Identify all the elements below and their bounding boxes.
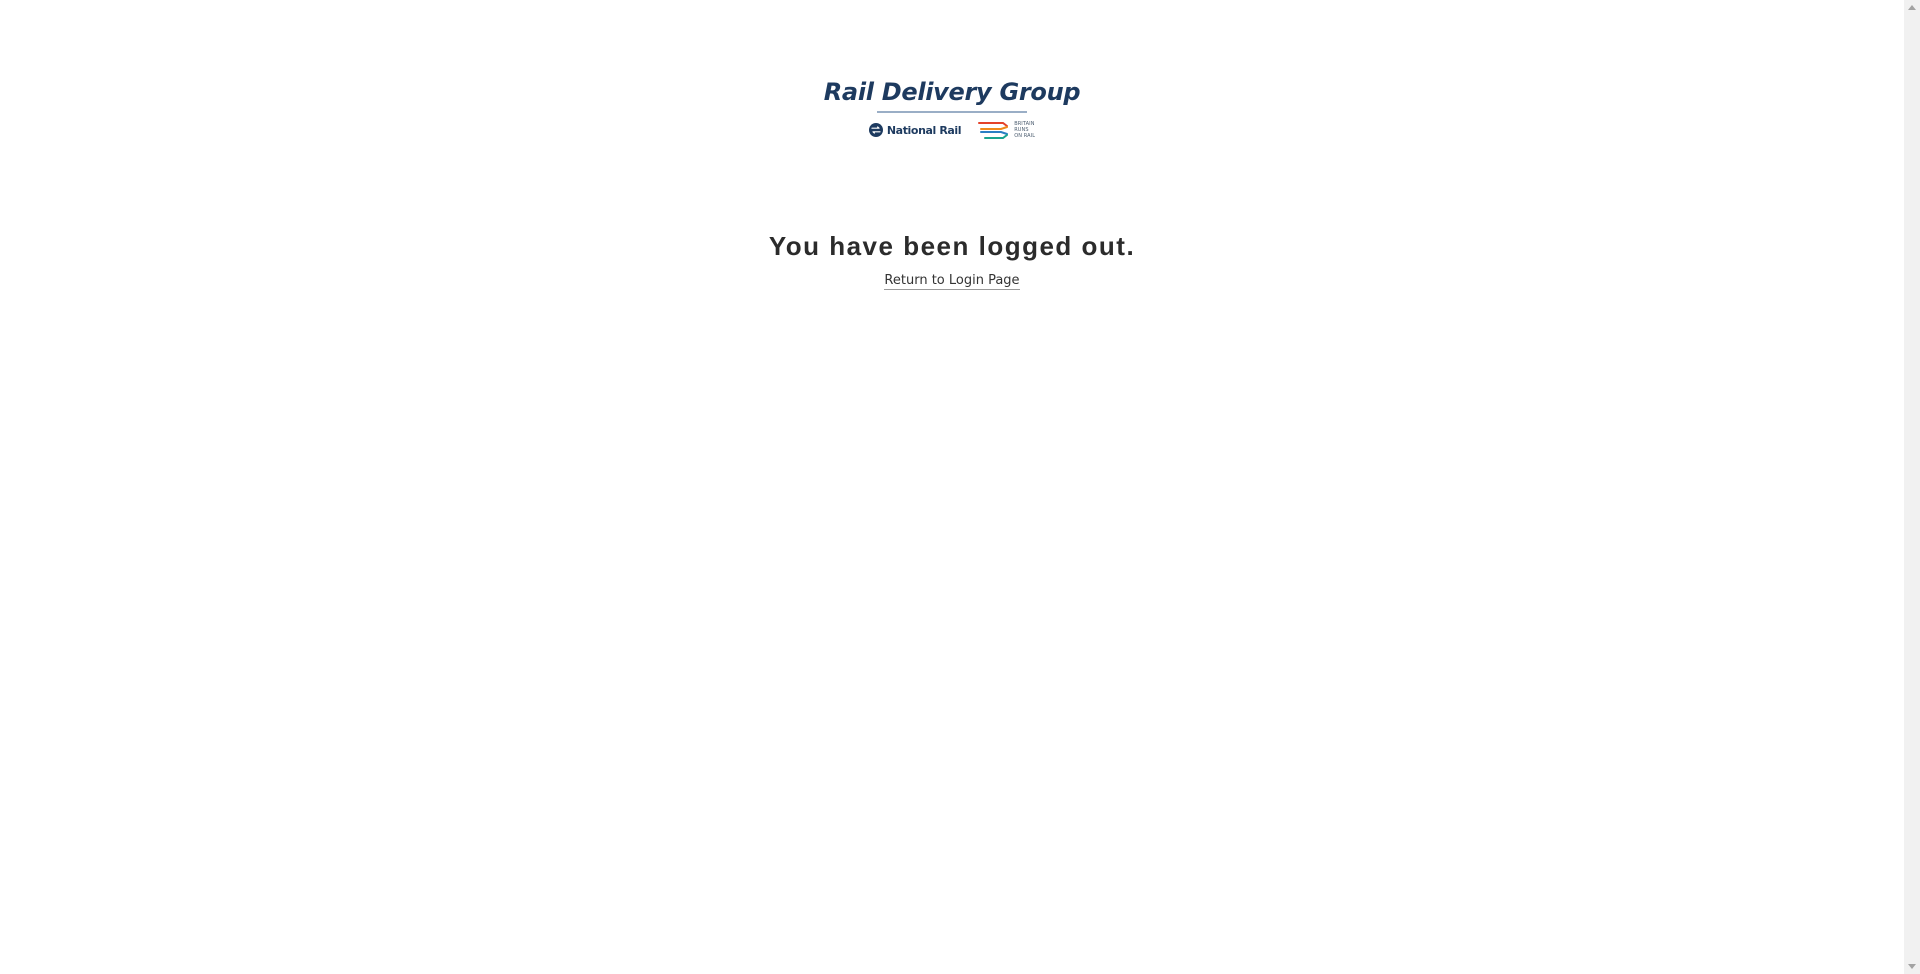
chevron-down-icon[interactable]: [1908, 964, 1916, 969]
national-rail-double-arrow-icon: [868, 123, 883, 137]
logout-page: Rail Delivery Group National Rail BRITAI: [0, 0, 1904, 974]
rdg-logo: Rail Delivery Group National Rail BRITAI: [0, 78, 1904, 141]
britain-runs-on-rail-text: BRITAIN RUNS ON RAIL: [1014, 121, 1035, 139]
logout-message: You have been logged out.: [768, 231, 1136, 261]
logo-title: Rail Delivery Group: [823, 78, 1081, 106]
chevron-up-icon[interactable]: [1908, 5, 1916, 10]
logo-sub-brands: National Rail BRITAIN RUNS ON RAIL: [868, 119, 1035, 141]
logo-divider: [877, 111, 1027, 113]
login-link-wrapper: Return to Login Page: [0, 271, 1904, 290]
national-rail-label: National Rail: [886, 123, 962, 137]
britain-runs-on-rail-brand: BRITAIN RUNS ON RAIL: [977, 119, 1035, 141]
return-to-login-link[interactable]: Return to Login Page: [884, 273, 1020, 290]
britain-runs-on-rail-arrows-icon: [978, 122, 1009, 139]
brr-line-3: ON RAIL: [1014, 133, 1036, 139]
national-rail-brand: National Rail: [868, 123, 962, 137]
vertical-scrollbar[interactable]: [1904, 0, 1920, 974]
